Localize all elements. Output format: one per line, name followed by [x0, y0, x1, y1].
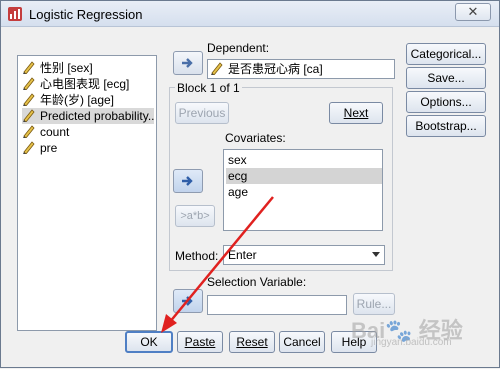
watermark-url: jingyan.baidu.com [371, 337, 452, 348]
dialog-window: Logistic Regression ✕ 性别 [sex] 心电图表现 [ec… [0, 0, 500, 368]
